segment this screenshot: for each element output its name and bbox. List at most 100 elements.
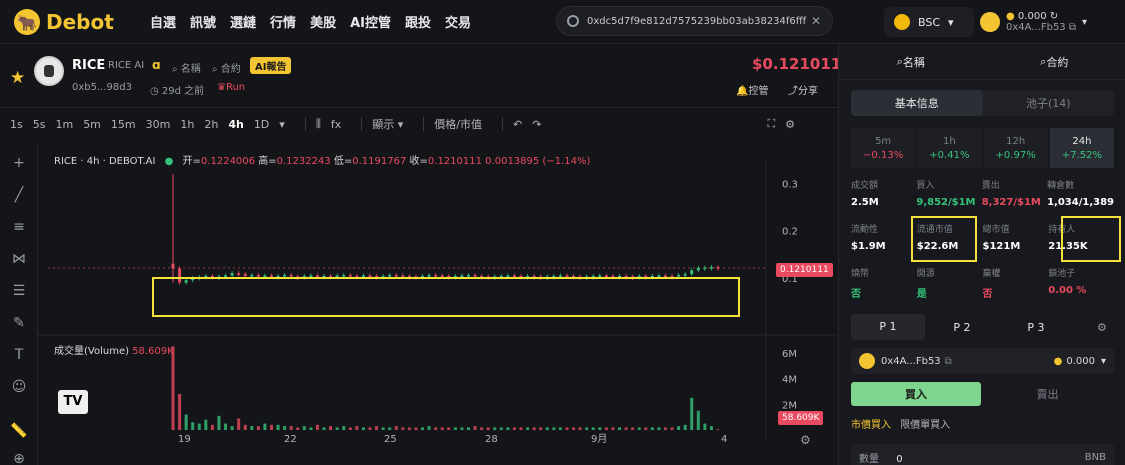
nav-item-copy-trade[interactable]: 跟投 bbox=[405, 12, 431, 31]
logo[interactable]: 🐂 Debot bbox=[14, 8, 134, 36]
trendline-icon[interactable]: ╱ bbox=[10, 186, 28, 204]
display-dropdown[interactable]: 顯示 ▾ bbox=[372, 116, 403, 132]
nav-item-trade[interactable]: 交易 bbox=[445, 12, 471, 31]
tf-4h[interactable]: 4h bbox=[228, 118, 244, 131]
brush-icon[interactable]: ✎ bbox=[10, 314, 28, 332]
copy-icon[interactable]: ⧉ bbox=[945, 356, 952, 367]
volume-axis-label: 4M bbox=[782, 375, 797, 386]
settings-gear-icon[interactable]: ⚙ bbox=[785, 118, 795, 131]
share-button[interactable]: ⤴分享 bbox=[788, 82, 818, 97]
price-mcap-toggle[interactable]: 價格/市值 bbox=[434, 116, 482, 132]
nav-item-ai-control[interactable]: AI控管 bbox=[350, 12, 391, 31]
last-price-tag: 0.1210111 bbox=[776, 263, 833, 277]
favorite-star-icon[interactable]: ★ bbox=[10, 68, 25, 88]
tab-market-buy[interactable]: 市價買入 bbox=[851, 420, 891, 431]
search-contract-button[interactable]: ⌕ 合約 bbox=[212, 60, 241, 75]
nav-item-market[interactable]: 行情 bbox=[270, 12, 296, 31]
undo-icon[interactable]: ↶ bbox=[513, 118, 522, 131]
x-axis-label: 19 bbox=[178, 434, 191, 445]
sell-tab[interactable]: 賣出 bbox=[981, 382, 1114, 406]
nav-item-signals[interactable]: 訊號 bbox=[190, 12, 216, 31]
wallet-button[interactable]: ● 0.000 ↻ 0x4A...Fb53 ⧉ ▾ bbox=[980, 4, 1120, 40]
horizontal-lines-icon[interactable]: ≡ bbox=[10, 218, 28, 236]
volume-bar bbox=[440, 427, 444, 430]
tf-1s[interactable]: 1s bbox=[10, 118, 23, 131]
crosshair-icon[interactable]: + bbox=[10, 154, 28, 172]
search-by-contract[interactable]: ⌕ 合約 bbox=[983, 44, 1125, 79]
volume-bar bbox=[604, 427, 608, 430]
nav-item-chain[interactable]: 選鏈 bbox=[230, 12, 256, 31]
search-input[interactable] bbox=[587, 15, 807, 27]
alpha-icon: ɑ bbox=[152, 58, 161, 72]
divider bbox=[304, 117, 306, 131]
refresh-icon[interactable]: ↻ bbox=[1050, 11, 1058, 22]
volume-bar bbox=[709, 426, 713, 430]
token-address[interactable]: 0xb5...98d3 bbox=[72, 82, 132, 93]
volume-bar bbox=[663, 427, 667, 430]
volume-bar bbox=[690, 397, 694, 430]
search-name-button[interactable]: ⌕ 名稱 bbox=[172, 60, 201, 75]
timeframe-dropdown-icon[interactable]: ▾ bbox=[279, 118, 285, 131]
volume-bar bbox=[256, 426, 260, 430]
preset-p1[interactable]: P 1 bbox=[851, 314, 925, 340]
tab-limit-buy[interactable]: 限價單買入 bbox=[900, 420, 950, 431]
period-5m[interactable]: 5m −0.13% bbox=[851, 128, 916, 168]
period-1h[interactable]: 1h +0.41% bbox=[917, 128, 982, 168]
amount-field[interactable]: 數量 0 BNB bbox=[851, 444, 1114, 465]
zoom-in-icon[interactable]: ⊕ bbox=[10, 450, 28, 465]
search-icon bbox=[567, 15, 579, 27]
tf-1d[interactable]: 1D bbox=[254, 118, 269, 131]
preset-p2[interactable]: P 2 bbox=[925, 321, 999, 334]
order-type-tabs: 市價買入 限價單買入 bbox=[851, 416, 950, 431]
candle-type-icon[interactable]: ⫼ bbox=[316, 117, 321, 131]
candle bbox=[237, 273, 241, 275]
clear-icon[interactable]: ✕ bbox=[811, 14, 821, 28]
tab-pools[interactable]: 池子(14) bbox=[983, 90, 1115, 116]
copy-icon[interactable]: ⧉ bbox=[1069, 22, 1076, 33]
search-by-name[interactable]: ⌕ 名稱 bbox=[839, 44, 983, 79]
volume-bar bbox=[237, 418, 241, 430]
period-12h[interactable]: 12h +0.97% bbox=[983, 128, 1048, 168]
token-symbol: RICE bbox=[72, 58, 106, 73]
text-tool-icon[interactable]: T bbox=[10, 346, 28, 364]
tf-1m[interactable]: 1m bbox=[55, 118, 73, 131]
period-24h[interactable]: 24h +7.52% bbox=[1049, 128, 1114, 168]
tf-5s[interactable]: 5s bbox=[33, 118, 46, 131]
run-badge: ♛Run bbox=[217, 82, 246, 93]
tradingview-logo[interactable]: TV bbox=[58, 390, 88, 414]
tf-2h[interactable]: 2h bbox=[204, 118, 218, 131]
ruler-icon[interactable]: 📏 bbox=[10, 422, 28, 440]
nav-item-watchlist[interactable]: 自選 bbox=[150, 12, 176, 31]
preset-p3[interactable]: P 3 bbox=[999, 321, 1073, 334]
volume-bar bbox=[683, 424, 687, 430]
volume-bar bbox=[473, 426, 477, 430]
indicator-button[interactable]: fx bbox=[331, 118, 341, 131]
volume-bar bbox=[598, 427, 602, 430]
preset-settings-icon[interactable]: ⚙ bbox=[1097, 321, 1107, 334]
search-bar[interactable]: ✕ bbox=[556, 6, 833, 36]
wallet-selector[interactable]: 0x4A...Fb53 ⧉ ● 0.000 ▾ bbox=[851, 348, 1114, 374]
volume-bar bbox=[381, 427, 385, 430]
fullscreen-icon[interactable]: ⛶ bbox=[767, 117, 775, 131]
buy-tab[interactable]: 買入 bbox=[851, 382, 981, 406]
price-axis-label: 0.2 bbox=[782, 227, 798, 238]
redo-icon[interactable]: ↷ bbox=[532, 118, 541, 131]
tf-30m[interactable]: 30m bbox=[146, 118, 171, 131]
tab-basic-info[interactable]: 基本信息 bbox=[851, 90, 983, 116]
pattern-icon[interactable]: ⋈ bbox=[10, 250, 28, 268]
candle bbox=[171, 263, 175, 269]
emoji-icon[interactable]: ☺ bbox=[10, 378, 28, 396]
tf-1h[interactable]: 1h bbox=[180, 118, 194, 131]
control-button[interactable]: 🔔控管 bbox=[736, 82, 768, 97]
tf-5m[interactable]: 5m bbox=[83, 118, 101, 131]
nav-item-us-stocks[interactable]: 美股 bbox=[310, 12, 336, 31]
chart-area[interactable]: 0.3 0.2 0.1 6M 4M 2M 19 22 25 28 9月 4 ⚙ RICE · 4h · … bbox=[38, 140, 838, 465]
tf-15m[interactable]: 15m bbox=[111, 118, 136, 131]
token-header: ★ RICE RICE AI ɑ ⌕ 名稱 ⌕ 合約 AI報告 0xb5...9… bbox=[0, 46, 852, 108]
fib-icon[interactable]: ☰ bbox=[10, 282, 28, 300]
chevron-down-icon: ▾ bbox=[948, 15, 954, 29]
ai-report-button[interactable]: AI報告 bbox=[250, 57, 292, 74]
chain-selector[interactable]: BSC ▾ bbox=[884, 7, 974, 37]
wallet-balance: 0.000 bbox=[1066, 355, 1095, 367]
volume-bar bbox=[480, 427, 484, 430]
